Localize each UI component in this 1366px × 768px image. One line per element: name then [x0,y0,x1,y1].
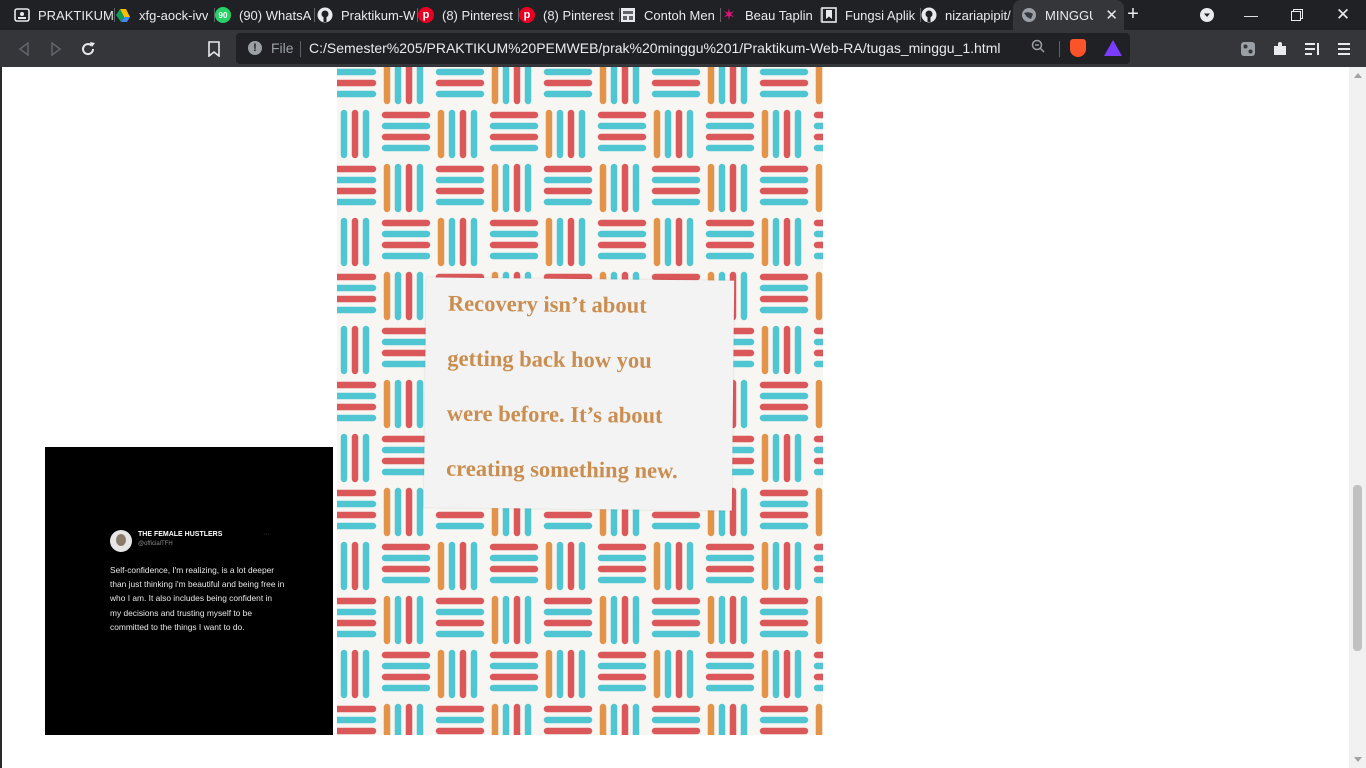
quote-line-1: Recovery isn’t about [447,290,647,318]
url-text[interactable]: C:/Semester%205/PRAKTIKUM%20PEMWEB/prak%… [309,40,1000,56]
tab-label: (8) Pinterest [543,7,614,23]
tweet-account-name: THE FEMALE HUSTLERS [138,531,223,538]
star-icon: ✶ [722,7,736,24]
tab-label: (90) WhatsA [239,7,312,23]
tweet-text: Self-confidence, I'm realizing, is a lot… [110,565,285,632]
scroll-up-arrow[interactable] [1354,73,1362,78]
pinterest-icon: p [519,7,535,23]
tab-label: nizariapipit/ [945,7,1011,23]
extensions-grid-icon[interactable] [1237,38,1259,60]
extensions-puzzle-icon[interactable] [1269,38,1291,60]
github-icon [921,7,937,23]
vertical-scrollbar[interactable] [1349,67,1366,768]
minimize-button[interactable]: — [1228,0,1274,30]
tab-contoh[interactable]: Contoh Men [612,0,721,30]
contact-icon [14,7,30,23]
scrollbar-thumb[interactable] [1353,485,1362,651]
brave-rewards-icon[interactable] [1104,40,1122,56]
tab-label: (8) Pinterest [442,7,513,23]
tab-github-praktikum[interactable]: Praktikum-W [309,0,418,30]
tab-whatsapp[interactable]: 90 (90) WhatsA [209,0,315,30]
menu-icon[interactable] [1333,38,1355,60]
tab-search-button[interactable] [1184,0,1230,30]
tab-label: MINGGU [1045,7,1093,23]
reading-list-icon[interactable] [1301,38,1323,60]
scheme-label: File [271,40,294,56]
tab-label: Contoh Men [644,7,715,23]
close-tab-icon[interactable]: ✕ [1105,6,1118,24]
globe-icon [1021,7,1037,23]
quote-note-card: Recovery isn’t about getting back how yo… [423,277,735,511]
address-bar[interactable]: ! File C:/Semester%205/PRAKTIKUM%20PEMWE… [236,33,1130,64]
restore-button[interactable] [1274,0,1320,30]
tab-minggu-active[interactable]: MINGGU ✕ [1013,0,1124,30]
tab-label: PRAKTIKUM [38,7,114,23]
quote-line-2: getting back how you [447,345,652,373]
site-info-icon[interactable]: ! [248,41,262,55]
tweet-account-handle: @officialTFH [138,541,173,547]
tab-pinterest-1[interactable]: p (8) Pinterest [410,0,519,30]
google-drive-icon [115,7,131,23]
page-viewport: THE FEMALE HUSTLERS @officialTFH ··· Sel… [0,67,1366,768]
toolbar: ! File C:/Semester%205/PRAKTIKUM%20PEMWE… [0,30,1366,67]
zoom-icon[interactable] [1031,39,1045,56]
quote-line-4: creating something new. [446,455,678,484]
avatar [110,530,132,552]
bookmark-icon[interactable] [203,38,225,60]
scroll-down-arrow[interactable] [1354,757,1362,762]
quote-line-3: were before. It’s about [446,400,663,428]
quote-poster-image: Recovery isn’t about getting back how yo… [337,67,823,735]
tab-praktikum[interactable]: PRAKTIKUM [8,0,115,30]
tab-fungsi-aplikasi[interactable]: Fungsi Aplik [813,0,921,30]
pinterest-icon: p [418,7,434,23]
brave-shields-icon[interactable] [1070,39,1086,57]
forward-button[interactable] [45,38,67,60]
tab-github-nizariapipit[interactable]: nizariapipit/ [913,0,1021,30]
tab-google-drive[interactable]: xfg-aock-ivv [109,0,215,30]
tweet-screenshot-image: THE FEMALE HUSTLERS @officialTFH ··· Sel… [45,447,333,735]
github-icon [317,7,333,23]
tab-label: Fungsi Aplik [845,7,916,23]
close-window-button[interactable]: ✕ [1320,0,1366,30]
tab-beau-taplin[interactable]: ✶ Beau Taplin [713,0,821,30]
reload-button[interactable] [77,38,99,60]
bookmark-page-icon [821,7,837,23]
tab-label: Beau Taplin [745,7,813,23]
browser-chrome: PRAKTIKUM xfg-aock-ivv 90 (90) WhatsA Pr… [0,0,1366,67]
tab-pinterest-2[interactable]: p (8) Pinterest [511,0,620,30]
tab-label: xfg-aock-ivv [139,7,209,23]
tab-label: Praktikum-W [341,7,416,23]
new-tab-button[interactable]: + [1123,4,1143,24]
page-icon [620,7,636,23]
more-icon: ··· [263,531,270,538]
back-button[interactable] [13,38,35,60]
whatsapp-icon: 90 [215,7,231,23]
tab-strip: PRAKTIKUM xfg-aock-ivv 90 (90) WhatsA Pr… [0,0,1366,30]
